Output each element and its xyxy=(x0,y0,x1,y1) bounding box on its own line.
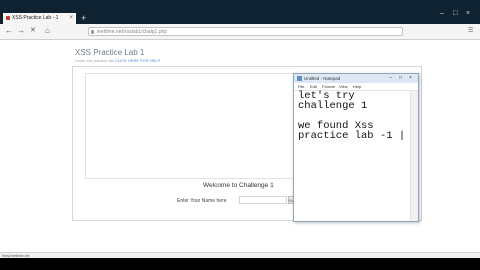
close-window-icon[interactable]: × xyxy=(466,10,470,17)
name-label: Enter Your Name here xyxy=(177,198,227,204)
page-subtitle: Learn xss practice lab CLICK HERE FOR HE… xyxy=(75,58,160,63)
page-title: XSS Practice Lab 1 xyxy=(75,48,145,57)
notepad-scrollbar[interactable] xyxy=(410,91,418,221)
bottom-bar xyxy=(0,258,480,270)
menu-help[interactable]: Help xyxy=(353,83,361,90)
tab-close-icon[interactable]: × xyxy=(69,13,73,24)
welcome-heading: Welcome to Challenge 1 xyxy=(203,182,274,189)
notepad-minimize-icon[interactable]: – xyxy=(389,74,392,83)
notepad-titlebar[interactable]: Untitled - Notepad – □ × xyxy=(294,74,418,83)
menu-format[interactable]: Format xyxy=(322,83,335,90)
url-text: leettime.net/xsslab1/chalg1.php xyxy=(97,29,168,35)
name-input[interactable] xyxy=(239,196,287,204)
lock-icon xyxy=(91,30,94,34)
menu-view[interactable]: View xyxy=(339,83,348,90)
browser-toolbar: ← → ✕ ⌂ leettime.net/xsslab1/chalg1.php … xyxy=(0,24,480,40)
notepad-title: Untitled - Notepad xyxy=(304,76,341,81)
tab-xss-lab[interactable]: XSS Practice Lab - 1 × xyxy=(3,13,76,24)
forward-icon[interactable]: → xyxy=(17,26,25,36)
notepad-icon xyxy=(297,76,302,81)
menu-icon[interactable]: ☰ xyxy=(468,27,473,34)
menu-edit[interactable]: Edit xyxy=(310,83,317,90)
favicon-icon xyxy=(6,16,10,20)
stop-icon[interactable]: ✕ xyxy=(30,26,36,36)
notepad-close-icon[interactable]: × xyxy=(409,74,412,83)
home-icon[interactable]: ⌂ xyxy=(45,26,50,36)
help-link[interactable]: CLICK HERE FOR HELP xyxy=(115,58,160,63)
back-icon[interactable]: ← xyxy=(5,26,13,36)
text-line: challenge 1 xyxy=(298,100,368,112)
new-tab-button[interactable]: + xyxy=(81,12,86,24)
tab-title: XSS Practice Lab - 1 xyxy=(12,15,59,21)
maximize-icon[interactable]: □ xyxy=(453,10,457,17)
browser-tab-bar: XSS Practice Lab - 1 × + – □ × xyxy=(0,0,480,24)
url-bar[interactable]: leettime.net/xsslab1/chalg1.php xyxy=(88,27,403,36)
subtitle-text: Learn xss practice lab xyxy=(75,58,114,63)
text-line: practice lab -1 | xyxy=(298,130,406,142)
menu-file[interactable]: File xyxy=(298,83,304,90)
notepad-window[interactable]: Untitled - Notepad – □ × File Edit Forma… xyxy=(293,73,419,222)
minimize-icon[interactable]: – xyxy=(440,10,444,17)
notepad-text-area[interactable]: let's try challenge 1 we found Xss pract… xyxy=(298,91,408,142)
notepad-maximize-icon[interactable]: □ xyxy=(399,74,402,83)
